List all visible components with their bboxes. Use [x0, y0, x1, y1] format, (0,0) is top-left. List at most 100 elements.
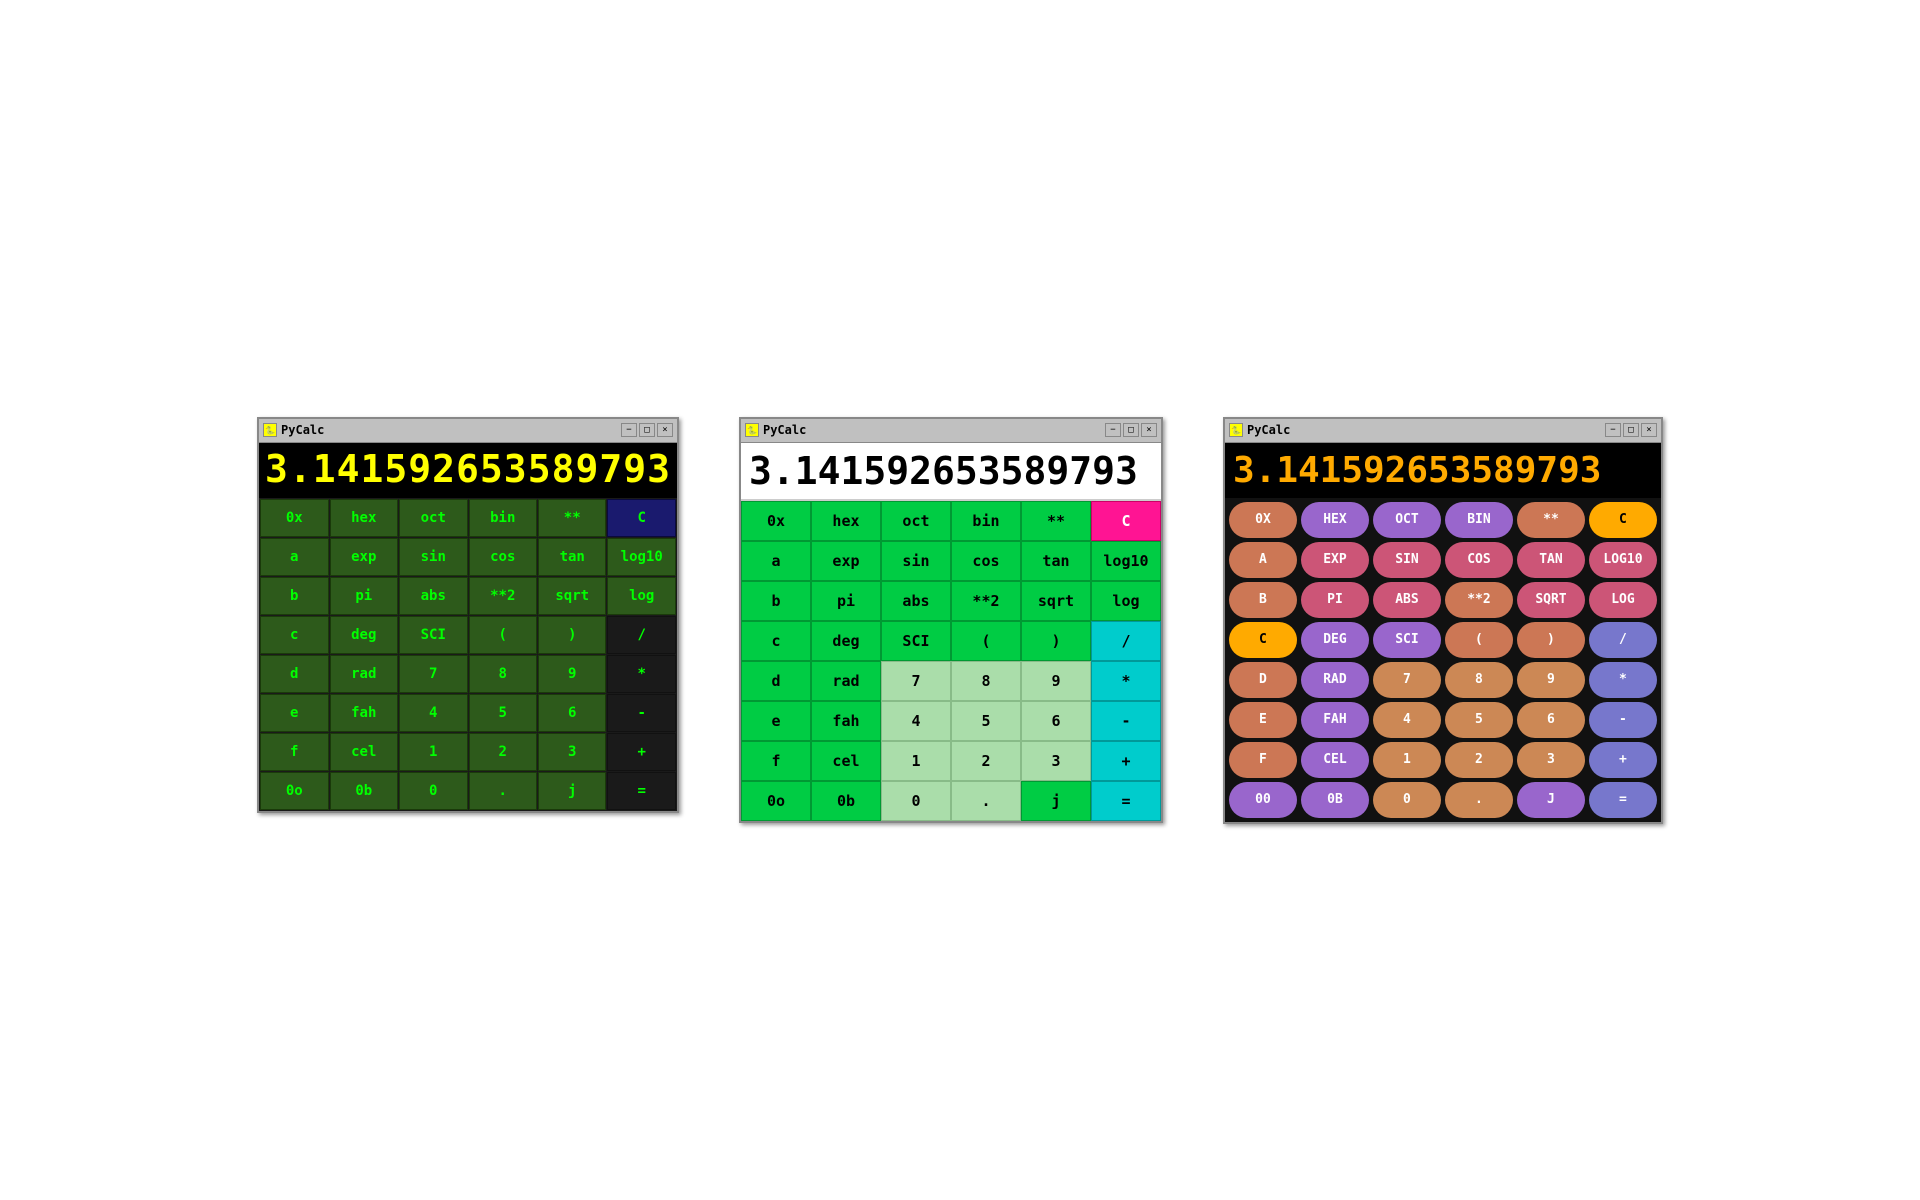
calc3-btn-BIN[interactable]: BIN — [1445, 502, 1513, 538]
calc2-btn-_[interactable]: ( — [951, 621, 1021, 661]
calc1-btn-__2[interactable]: **2 — [469, 577, 537, 615]
calc1-btn-cel[interactable]: cel — [330, 733, 398, 771]
calc2-btn-hex[interactable]: hex — [811, 501, 881, 541]
calc1-btn-tan[interactable]: tan — [538, 538, 606, 576]
calc3-btn-ABS[interactable]: ABS — [1373, 582, 1441, 618]
calc2-btn-0x[interactable]: 0x — [741, 501, 811, 541]
calc1-btn-8[interactable]: 8 — [469, 655, 537, 693]
calc3-btn-_[interactable]: . — [1445, 782, 1513, 818]
calc3-btn-HEX[interactable]: HEX — [1301, 502, 1369, 538]
calc1-btn-2[interactable]: 2 — [469, 733, 537, 771]
calc1-btn-_[interactable]: - — [607, 694, 676, 732]
calc1-btn-sin[interactable]: sin — [399, 538, 468, 576]
calc1-btn-C[interactable]: C — [607, 499, 676, 537]
calc2-btn-_[interactable]: / — [1091, 621, 1161, 661]
calc1-btn-9[interactable]: 9 — [538, 655, 606, 693]
calc1-btn-_[interactable]: ( — [469, 616, 537, 654]
calc3-btn-EXP[interactable]: EXP — [1301, 542, 1369, 578]
calc2-btn-c[interactable]: c — [741, 621, 811, 661]
calc2-btn-rad[interactable]: rad — [811, 661, 881, 701]
calc3-btn-B[interactable]: B — [1229, 582, 1297, 618]
calc2-btn-__[interactable]: ** — [1021, 501, 1091, 541]
calc2-btn-d[interactable]: d — [741, 661, 811, 701]
calc2-btn-9[interactable]: 9 — [1021, 661, 1091, 701]
close-btn-2[interactable]: × — [1141, 423, 1157, 437]
close-btn-1[interactable]: × — [657, 423, 673, 437]
calc2-btn-2[interactable]: 2 — [951, 741, 1021, 781]
calc3-btn-00[interactable]: 00 — [1229, 782, 1297, 818]
calc3-btn-CEL[interactable]: CEL — [1301, 742, 1369, 778]
calc3-btn-C[interactable]: C — [1229, 622, 1297, 658]
calc1-btn-bin[interactable]: bin — [469, 499, 537, 537]
calc2-btn-3[interactable]: 3 — [1021, 741, 1091, 781]
calc1-btn-fah[interactable]: fah — [330, 694, 398, 732]
calc3-btn-LOG10[interactable]: LOG10 — [1589, 542, 1657, 578]
calc1-btn-log10[interactable]: log10 — [607, 538, 676, 576]
calc1-btn-log[interactable]: log — [607, 577, 676, 615]
calc1-btn-_[interactable]: = — [607, 772, 676, 810]
calc3-btn-4[interactable]: 4 — [1373, 702, 1441, 738]
calc3-btn-SCI[interactable]: SCI — [1373, 622, 1441, 658]
calc3-btn-0X[interactable]: 0X — [1229, 502, 1297, 538]
calc2-btn-log[interactable]: log — [1091, 581, 1161, 621]
calc2-btn-exp[interactable]: exp — [811, 541, 881, 581]
calc3-btn-A[interactable]: A — [1229, 542, 1297, 578]
calc2-btn-4[interactable]: 4 — [881, 701, 951, 741]
calc2-btn-j[interactable]: j — [1021, 781, 1091, 821]
calc3-btn-E[interactable]: E — [1229, 702, 1297, 738]
calc2-btn-b[interactable]: b — [741, 581, 811, 621]
calc2-btn-0[interactable]: 0 — [881, 781, 951, 821]
maximize-btn-2[interactable]: □ — [1123, 423, 1139, 437]
calc3-btn-_[interactable]: + — [1589, 742, 1657, 778]
calc3-btn-FAH[interactable]: FAH — [1301, 702, 1369, 738]
calc2-btn-6[interactable]: 6 — [1021, 701, 1091, 741]
calc3-btn-D[interactable]: D — [1229, 662, 1297, 698]
calc1-btn-cos[interactable]: cos — [469, 538, 537, 576]
calc2-btn-cos[interactable]: cos — [951, 541, 1021, 581]
calc2-btn-cel[interactable]: cel — [811, 741, 881, 781]
calc3-btn-0[interactable]: 0 — [1373, 782, 1441, 818]
calc3-btn-SQRT[interactable]: SQRT — [1517, 582, 1585, 618]
calc2-btn-_[interactable]: + — [1091, 741, 1161, 781]
calc1-btn-6[interactable]: 6 — [538, 694, 606, 732]
calc3-btn-_[interactable]: * — [1589, 662, 1657, 698]
calc3-btn-9[interactable]: 9 — [1517, 662, 1585, 698]
calc1-btn-hex[interactable]: hex — [330, 499, 398, 537]
calc3-btn-TAN[interactable]: TAN — [1517, 542, 1585, 578]
calc1-btn-1[interactable]: 1 — [399, 733, 468, 771]
calc3-btn-F[interactable]: F — [1229, 742, 1297, 778]
calc1-btn-deg[interactable]: deg — [330, 616, 398, 654]
calc2-btn-sin[interactable]: sin — [881, 541, 951, 581]
calc2-btn-7[interactable]: 7 — [881, 661, 951, 701]
calc1-btn-4[interactable]: 4 — [399, 694, 468, 732]
close-btn-3[interactable]: × — [1641, 423, 1657, 437]
calc3-btn-DEG[interactable]: DEG — [1301, 622, 1369, 658]
calc2-btn-a[interactable]: a — [741, 541, 811, 581]
calc3-btn-C[interactable]: C — [1589, 502, 1657, 538]
calc3-btn-__[interactable]: ** — [1517, 502, 1585, 538]
calc2-btn-_[interactable]: ) — [1021, 621, 1091, 661]
calc1-btn-3[interactable]: 3 — [538, 733, 606, 771]
calc2-btn-oct[interactable]: oct — [881, 501, 951, 541]
maximize-btn-1[interactable]: □ — [639, 423, 655, 437]
calc1-btn-__[interactable]: ** — [538, 499, 606, 537]
calc3-btn-COS[interactable]: COS — [1445, 542, 1513, 578]
calc2-btn-f[interactable]: f — [741, 741, 811, 781]
calc2-btn-_[interactable]: = — [1091, 781, 1161, 821]
calc3-btn-RAD[interactable]: RAD — [1301, 662, 1369, 698]
calc1-btn-5[interactable]: 5 — [469, 694, 537, 732]
calc2-btn-bin[interactable]: bin — [951, 501, 1021, 541]
calc2-btn-deg[interactable]: deg — [811, 621, 881, 661]
calc2-btn-log10[interactable]: log10 — [1091, 541, 1161, 581]
maximize-btn-3[interactable]: □ — [1623, 423, 1639, 437]
calc3-btn-_[interactable]: - — [1589, 702, 1657, 738]
calc3-btn-0B[interactable]: 0B — [1301, 782, 1369, 818]
calc1-btn-0b[interactable]: 0b — [330, 772, 398, 810]
calc1-btn-e[interactable]: e — [260, 694, 328, 732]
calc2-btn-0b[interactable]: 0b — [811, 781, 881, 821]
calc1-btn-j[interactable]: j — [538, 772, 606, 810]
minimize-btn-3[interactable]: − — [1605, 423, 1621, 437]
calc1-btn-c[interactable]: c — [260, 616, 328, 654]
calc3-btn-J[interactable]: J — [1517, 782, 1585, 818]
calc1-btn-_[interactable]: ) — [538, 616, 606, 654]
